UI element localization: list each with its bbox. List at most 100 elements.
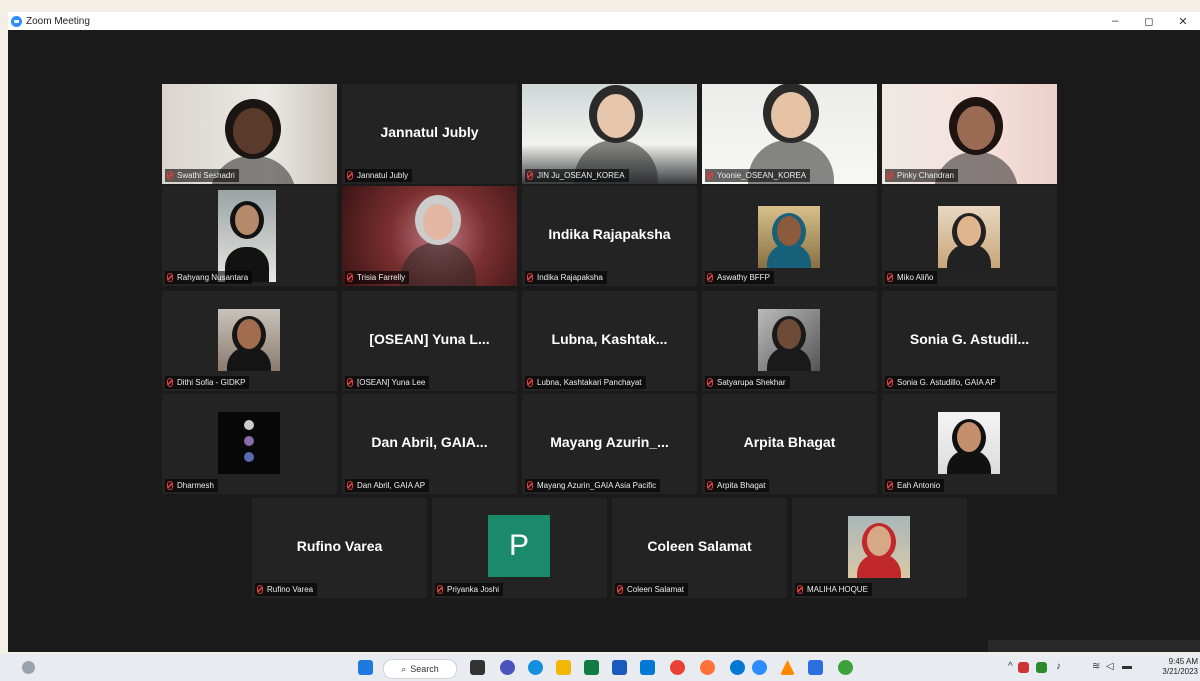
participant-tile[interactable]: Pinky Chandran	[882, 84, 1057, 184]
participant-name: Mayang Azurin_GAIA Asia Pacific	[537, 481, 657, 490]
chrome-alt-icon[interactable]	[838, 660, 853, 675]
participant-name: Sonia G. Astudillo, GAIA AP	[897, 378, 996, 387]
participant-tile[interactable]: P Priyanka Joshi	[432, 498, 607, 598]
chevron-up-icon[interactable]: ^	[1008, 661, 1013, 672]
excel-icon[interactable]	[584, 660, 599, 675]
participant-tile[interactable]: Arpita Bhagat Arpita Bhagat	[702, 394, 877, 494]
participant-name: Dan Abril, GAIA AP	[357, 481, 426, 490]
battery-icon[interactable]: ▬	[1122, 661, 1132, 672]
participant-name: Pinky Chandran	[897, 171, 954, 180]
minimize-button[interactable]: –	[1098, 12, 1132, 30]
teams-chat-icon[interactable]	[500, 660, 515, 675]
maximize-button[interactable]: ◻	[1132, 12, 1166, 30]
participant-display-name: Coleen Salamat	[647, 538, 752, 554]
participant-tile[interactable]: Miko Aliño	[882, 186, 1057, 286]
participant-name: Rahyang Nusantara	[177, 273, 249, 282]
participant-name-label: Satyarupa Shekhar	[705, 376, 790, 389]
participant-tile[interactable]: Coleen Salamat Coleen Salamat	[612, 498, 787, 598]
participant-tile[interactable]: Lubna, Kashtak... Lubna, Kashtakari Panch…	[522, 291, 697, 391]
microphone-muted-icon	[617, 585, 623, 594]
participant-name-label: Miko Aliño	[885, 271, 938, 284]
microphone-muted-icon	[257, 585, 263, 594]
window-title: Zoom Meeting	[26, 15, 90, 27]
participant-display-name: Lubna, Kashtak...	[551, 331, 668, 347]
window-controls: – ◻ ✕	[1098, 12, 1200, 30]
participant-tile[interactable]: Mayang Azurin_... Mayang Azurin_GAIA Asia…	[522, 394, 697, 494]
participant-display-name: Rufino Varea	[296, 538, 383, 554]
microphone-muted-icon	[527, 171, 533, 180]
participant-tile[interactable]: Yoonie_OSEAN_KOREA	[702, 84, 877, 184]
volume-icon[interactable]: ◁	[1106, 661, 1114, 672]
microphone-muted-icon	[347, 171, 353, 180]
participant-display-name: Sonia G. Astudil...	[909, 331, 1030, 347]
participant-tile[interactable]: MALIHA HOQUE	[792, 498, 967, 598]
participant-photo	[218, 190, 276, 282]
task-view-icon[interactable]	[470, 660, 485, 675]
avatar: P	[488, 515, 550, 577]
tray-app-icon[interactable]	[1018, 662, 1029, 673]
participant-tile[interactable]: Rahyang Nusantara	[162, 186, 337, 286]
participant-tile[interactable]: [OSEAN] Yuna L... [OSEAN] Yuna Lee	[342, 291, 517, 391]
word-icon[interactable]	[612, 660, 627, 675]
participant-name: Eah Antonio	[897, 481, 941, 490]
microphone-muted-icon	[887, 481, 893, 490]
participant-name-label: Pinky Chandran	[885, 169, 958, 182]
participant-tile[interactable]: Aswathy BFFP	[702, 186, 877, 286]
microphone-muted-icon	[707, 378, 713, 387]
wifi-icon[interactable]: ≋	[1092, 661, 1100, 672]
participant-name: Swathi Seshadri	[177, 171, 235, 180]
participant-display-name: Indika Rajapaksha	[548, 226, 671, 242]
start-menu-icon[interactable]	[358, 660, 373, 675]
participant-name: Dithi Sofia - GIDKP	[177, 378, 246, 387]
zoom-logo-icon	[11, 15, 22, 27]
participant-tile[interactable]: Indika Rajapaksha Indika Rajapaksha	[522, 186, 697, 286]
clock[interactable]: 9:45 AM 3/21/2023	[1162, 657, 1198, 677]
microphone-muted-icon	[707, 171, 713, 180]
participant-tile[interactable]: Dharmesh	[162, 394, 337, 494]
participant-tile[interactable]: Satyarupa Shekhar	[702, 291, 877, 391]
microphone-muted-icon	[527, 481, 533, 490]
participant-tile[interactable]: Sonia G. Astudil... Sonia G. Astudillo, G…	[882, 291, 1057, 391]
participant-name-label: Dharmesh	[165, 479, 218, 492]
participant-name-label: Priyanka Joshi	[435, 583, 504, 596]
participant-name: Rufino Varea	[267, 585, 314, 594]
zoom-app-icon[interactable]	[752, 660, 767, 675]
participant-name-label: Aswathy BFFP	[705, 271, 774, 284]
participant-name-label: Eah Antonio	[885, 479, 945, 492]
tray-app2-icon[interactable]	[1036, 662, 1047, 673]
edge-icon[interactable]	[528, 660, 543, 675]
close-button[interactable]: ✕	[1166, 12, 1200, 30]
participant-name: Aswathy BFFP	[717, 273, 770, 282]
participant-photo	[848, 516, 910, 578]
participant-tile[interactable]: Rufino Varea Rufino Varea	[252, 498, 427, 598]
participant-tile[interactable]: Dan Abril, GAIA... Dan Abril, GAIA AP	[342, 394, 517, 494]
participant-tile[interactable]: Jannatul Jubly Jannatul Jubly	[342, 84, 517, 184]
microphone-icon[interactable]: ♪	[1056, 661, 1061, 672]
floating-toolbar[interactable]	[988, 640, 1200, 652]
microphone-muted-icon	[437, 585, 443, 594]
taskbar-search[interactable]: ⌕ Search	[383, 659, 457, 679]
chrome-icon[interactable]	[670, 660, 685, 675]
widgets-icon[interactable]	[22, 661, 35, 674]
participant-photo	[218, 412, 280, 474]
participant-display-name: [OSEAN] Yuna L...	[369, 331, 490, 347]
participant-display-name: Mayang Azurin_...	[550, 434, 669, 450]
participant-tile[interactable]: JIN Ju_OSEAN_KOREA	[522, 84, 697, 184]
participant-name-label: Arpita Bhagat	[705, 479, 770, 492]
participant-tile[interactable]: Trisia Farrelly	[342, 186, 517, 286]
firefox-icon[interactable]	[700, 660, 715, 675]
participant-tile[interactable]: Eah Antonio	[882, 394, 1057, 494]
participant-name-label: Rufino Varea	[255, 583, 318, 596]
file-explorer-icon[interactable]	[556, 660, 571, 675]
browser-icon[interactable]	[730, 660, 745, 675]
participant-name-label: Coleen Salamat	[615, 583, 688, 596]
outlook-icon[interactable]	[640, 660, 655, 675]
app-icon[interactable]	[808, 660, 823, 675]
participant-tile[interactable]: Swathi Seshadri	[162, 84, 337, 184]
participant-name-label: Yoonie_OSEAN_KOREA	[705, 169, 811, 182]
vlc-icon[interactable]	[780, 660, 795, 675]
microphone-muted-icon	[887, 171, 893, 180]
participant-name: Trisia Farrelly	[357, 273, 406, 282]
participant-tile[interactable]: Dithi Sofia - GIDKP	[162, 291, 337, 391]
microphone-muted-icon	[527, 273, 533, 282]
